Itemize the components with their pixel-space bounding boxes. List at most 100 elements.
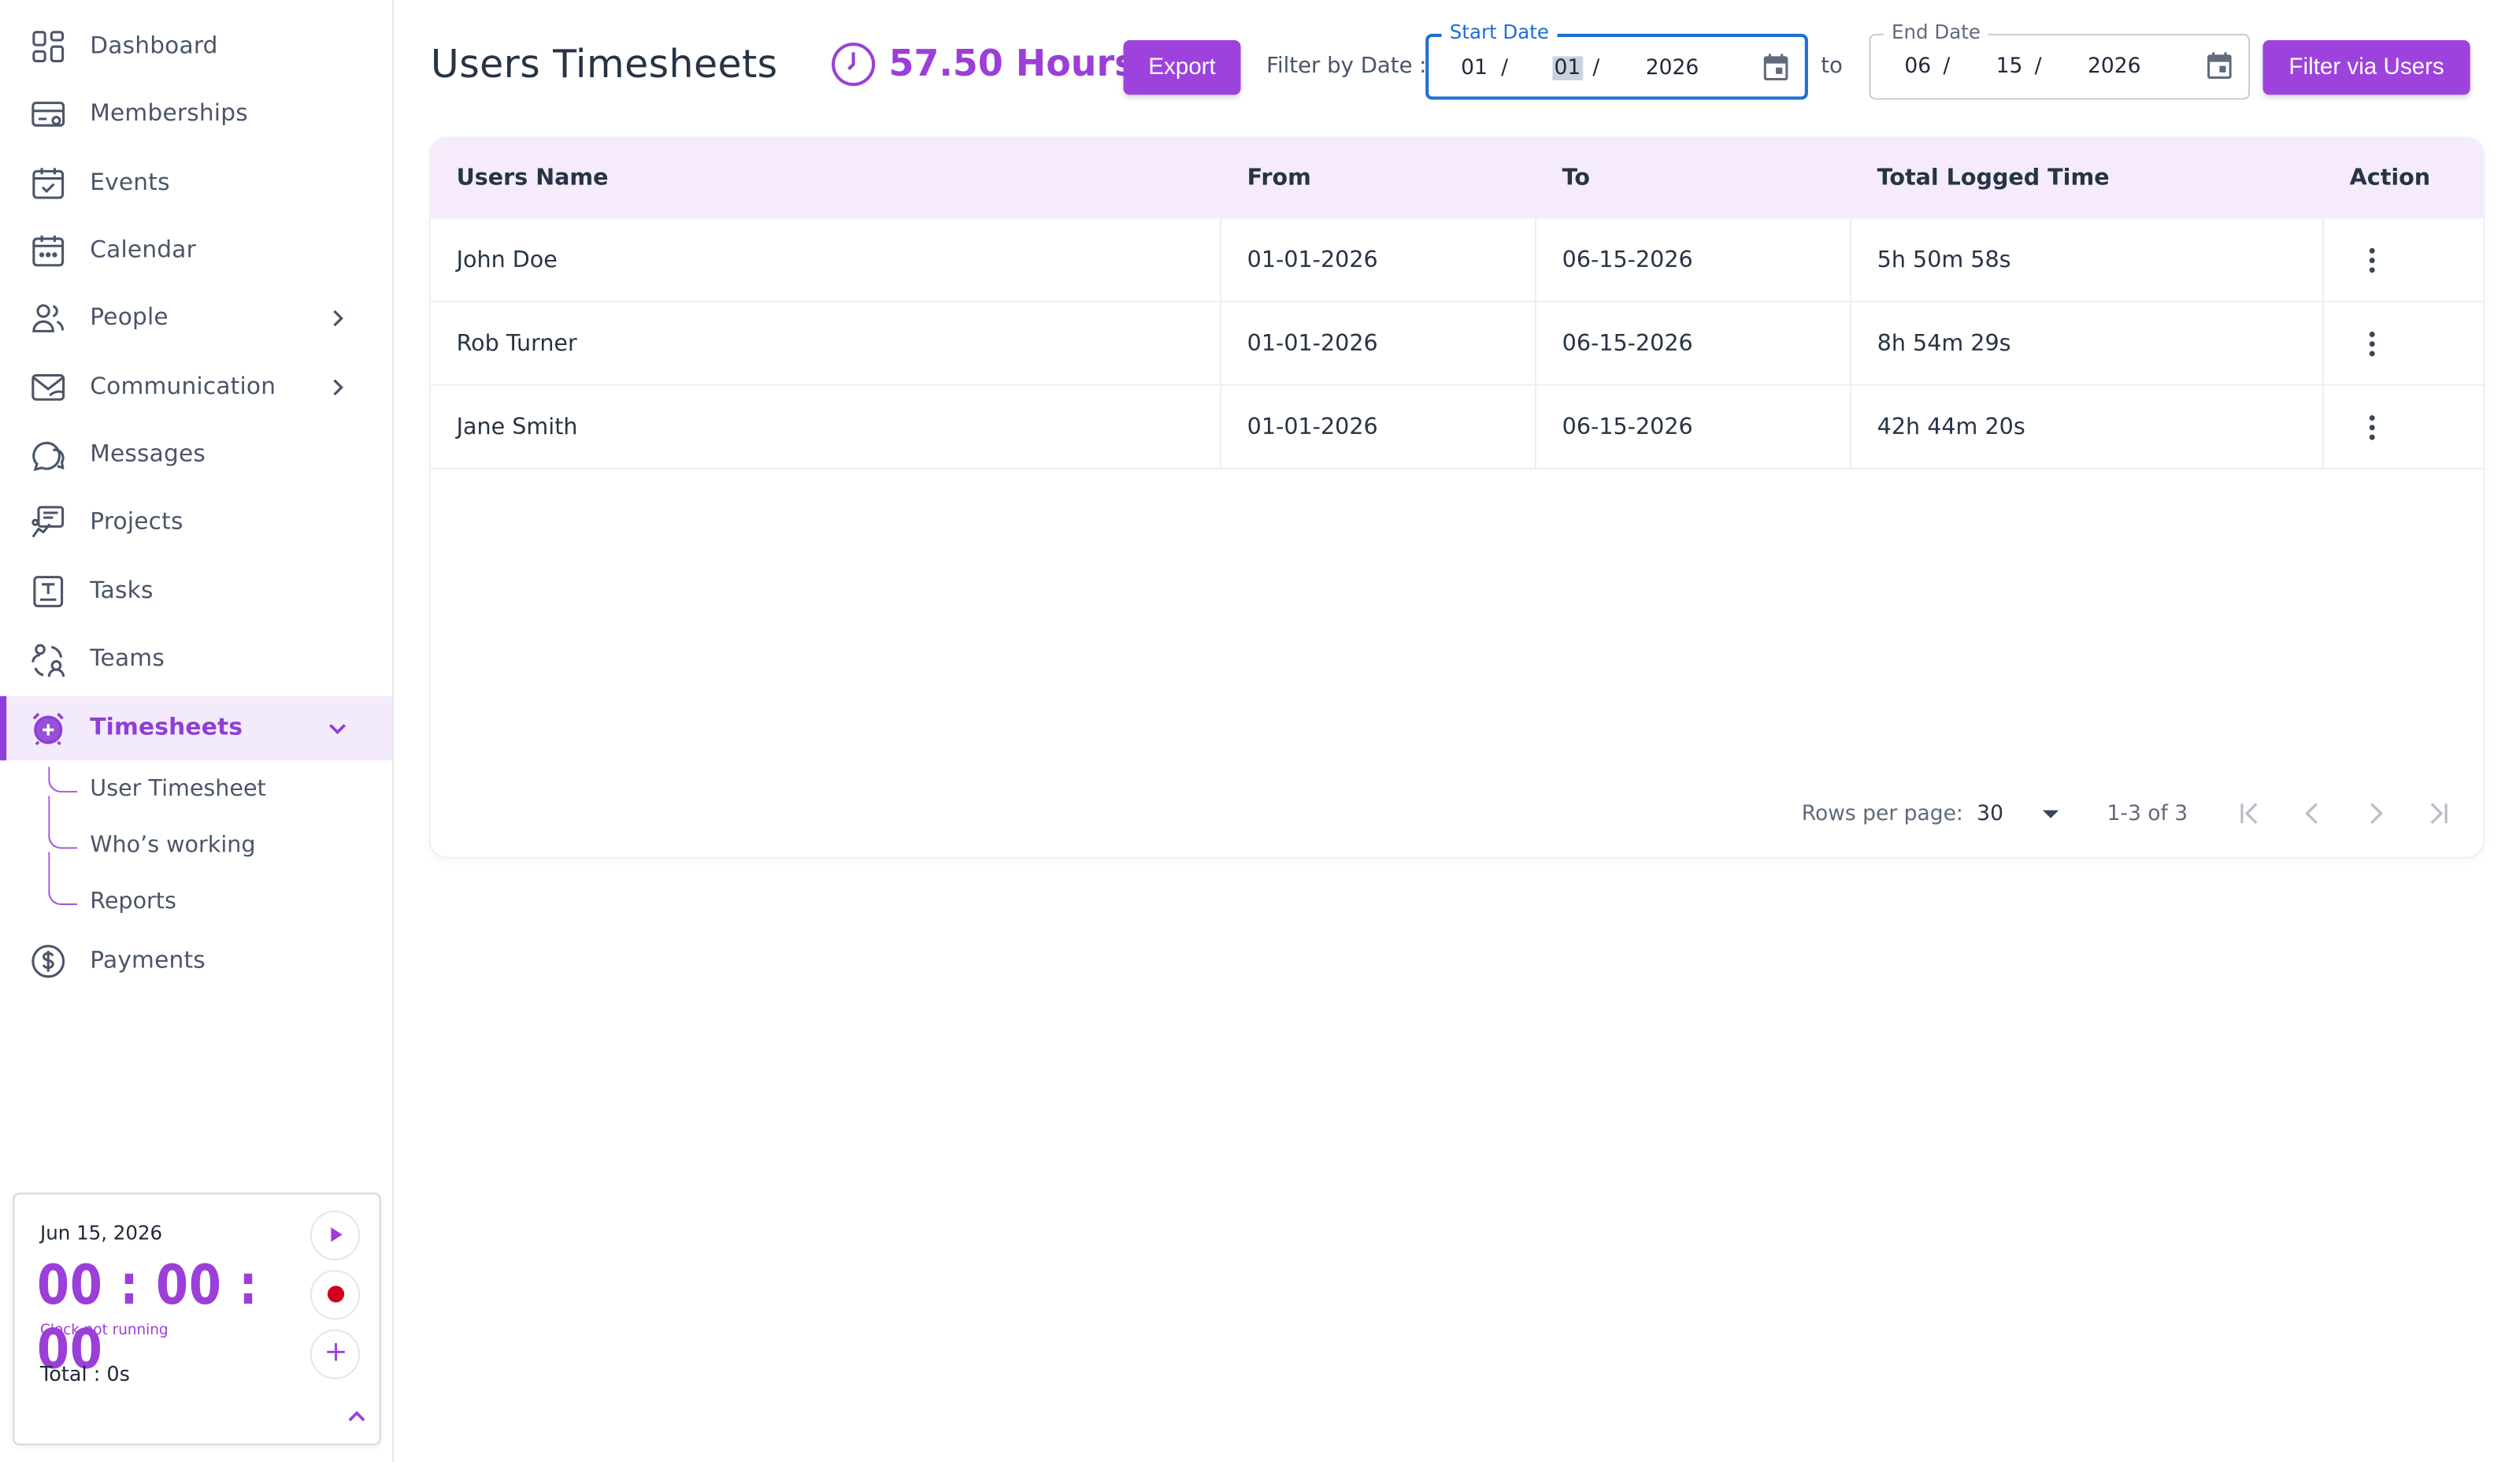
- cell-total-logged-time: 8h 54m 29s: [1877, 331, 2011, 358]
- sidebar-item-calendar[interactable]: Calendar: [0, 219, 392, 284]
- cell-from: 01-01-2026: [1247, 414, 1378, 441]
- first-page-icon[interactable]: [2234, 797, 2266, 829]
- end-date-day[interactable]: 15: [1996, 54, 2023, 79]
- filter-via-users-button[interactable]: Filter via Users: [2262, 40, 2470, 95]
- time-clock-widget: Jun 15, 2026 00 : 00 : 00 Clock not runn…: [13, 1193, 381, 1445]
- date-separator: /: [2034, 54, 2042, 79]
- projects-icon: [29, 503, 68, 542]
- column-header-from[interactable]: From: [1247, 165, 1311, 191]
- tree-branch-line: [48, 796, 77, 849]
- sidebar-subitem-label: Reports: [90, 889, 176, 915]
- calendar-picker-icon[interactable]: [2203, 50, 2236, 82]
- dollar-circle-icon: [29, 942, 68, 981]
- tree-branch-line: [48, 766, 77, 793]
- end-date-field[interactable]: End Date 06 / 15 / 2026: [1869, 20, 2251, 100]
- record-timer-button[interactable]: [309, 1270, 361, 1320]
- column-header-action: Action: [2349, 165, 2431, 191]
- chevron-right-icon: [324, 306, 350, 332]
- sidebar-item-label: Events: [90, 170, 170, 196]
- people-icon: [29, 299, 68, 338]
- sidebar-item-dashboard[interactable]: Dashboard: [0, 14, 392, 79]
- date-separator: /: [1592, 56, 1600, 81]
- timesheets-table: Users Name From To Total Logged Time Act…: [430, 138, 2484, 857]
- column-header-users-name[interactable]: Users Name: [457, 165, 609, 191]
- sidebar-item-communication[interactable]: Communication: [0, 355, 392, 420]
- cell-from: 01-01-2026: [1247, 331, 1378, 358]
- cell-user-name: Rob Turner: [456, 331, 577, 358]
- cell-user-name: John Doe: [456, 247, 558, 273]
- alarm-clock-icon: [29, 709, 68, 748]
- more-vertical-icon[interactable]: [2358, 244, 2387, 276]
- teams-icon: [29, 640, 68, 678]
- cell-from: 01-01-2026: [1247, 247, 1378, 273]
- sidebar-item-label: Payments: [90, 948, 206, 974]
- next-page-icon[interactable]: [2359, 797, 2392, 829]
- column-header-to[interactable]: To: [1562, 165, 1590, 191]
- previous-page-icon[interactable]: [2296, 797, 2329, 829]
- sidebar-item-payments[interactable]: Payments: [0, 930, 392, 994]
- calendar-check-icon: [29, 164, 68, 202]
- export-button[interactable]: Export: [1123, 40, 1241, 95]
- start-date-day[interactable]: 01: [1552, 56, 1583, 81]
- sidebar-item-label: Communication: [90, 374, 276, 401]
- sidebar-item-tasks[interactable]: Tasks: [0, 559, 392, 624]
- chevron-up-icon[interactable]: [344, 1404, 370, 1430]
- calendar-picker-icon[interactable]: [1760, 51, 1792, 83]
- rows-per-page-select[interactable]: 30: [1977, 802, 2003, 826]
- clock-icon: [829, 40, 877, 88]
- cell-to: 06-15-2026: [1562, 331, 1693, 358]
- chat-bubbles-icon: [29, 436, 68, 474]
- sidebar-item-label: Memberships: [90, 101, 248, 128]
- rows-per-page-label: Rows per page:: [1801, 802, 1963, 826]
- end-date-month[interactable]: 06: [1904, 54, 1931, 79]
- start-date-field[interactable]: Start Date 01 / 01 / 2026: [1425, 20, 1808, 100]
- start-date-year[interactable]: 2026: [1646, 56, 1699, 80]
- page-title: Users Timesheets: [430, 42, 778, 87]
- cell-user-name: Jane Smith: [456, 414, 578, 441]
- timer-total: Total : 0s: [40, 1361, 130, 1386]
- membership-card-icon: [29, 95, 68, 133]
- total-hours: 57.50 Hours: [888, 43, 1136, 86]
- more-vertical-icon[interactable]: [2358, 328, 2387, 360]
- table-header: Users Name From To Total Logged Time Act…: [430, 138, 2484, 219]
- sidebar-item-projects[interactable]: Projects: [0, 490, 392, 555]
- sidebar-item-label: Timesheets: [90, 715, 243, 741]
- more-vertical-icon[interactable]: [2358, 411, 2387, 443]
- sidebar-item-label: People: [90, 305, 169, 332]
- end-date-year[interactable]: 2026: [2088, 54, 2141, 79]
- task-icon: [29, 573, 68, 611]
- sidebar-item-events[interactable]: Events: [0, 151, 392, 216]
- record-icon: [325, 1279, 344, 1310]
- last-page-icon[interactable]: [2422, 797, 2454, 829]
- table-row[interactable]: Rob Turner 01-01-2026 06-15-2026 8h 54m …: [430, 302, 2484, 386]
- envelope-icon: [29, 368, 68, 406]
- column-header-total-logged-time[interactable]: Total Logged Time: [1877, 165, 2110, 191]
- sidebar-subitem-label: Who’s working: [90, 833, 256, 859]
- sidebar-item-label: Messages: [90, 442, 206, 468]
- sidebar-subitem-label: User Timesheet: [90, 776, 266, 803]
- date-range-to-label: to: [1821, 53, 1843, 79]
- start-date-legend: Start Date: [1441, 20, 1558, 44]
- tree-branch-line: [48, 852, 77, 905]
- start-date-month[interactable]: 01: [1461, 56, 1488, 80]
- cell-total-logged-time: 42h 44m 20s: [1877, 414, 2025, 441]
- sidebar-item-memberships[interactable]: Memberships: [0, 82, 392, 147]
- sidebar-item-label: Projects: [90, 509, 183, 536]
- sidebar-item-messages[interactable]: Messages: [0, 423, 392, 488]
- add-time-entry-button[interactable]: [309, 1329, 361, 1380]
- start-timer-button[interactable]: [309, 1210, 361, 1260]
- sidebar-item-people[interactable]: People: [0, 286, 392, 351]
- sidebar-subitem-reports[interactable]: Reports: [0, 852, 392, 927]
- sidebar: Dashboard Memberships Events Calendar Pe: [0, 0, 394, 1462]
- dropdown-arrow-icon[interactable]: [2035, 797, 2067, 829]
- sidebar-item-teams[interactable]: Teams: [0, 627, 392, 692]
- plus-icon: [324, 1339, 346, 1370]
- sidebar-item-label: Teams: [90, 646, 165, 673]
- table-row[interactable]: Jane Smith 01-01-2026 06-15-2026 42h 44m…: [430, 386, 2484, 469]
- table-row[interactable]: John Doe 01-01-2026 06-15-2026 5h 50m 58…: [430, 219, 2484, 302]
- sidebar-item-label: Dashboard: [90, 33, 218, 60]
- sidebar-item-label: Tasks: [90, 578, 154, 605]
- chevron-right-icon: [324, 375, 350, 401]
- cell-to: 06-15-2026: [1562, 247, 1693, 273]
- sidebar-item-timesheets[interactable]: Timesheets: [0, 696, 392, 761]
